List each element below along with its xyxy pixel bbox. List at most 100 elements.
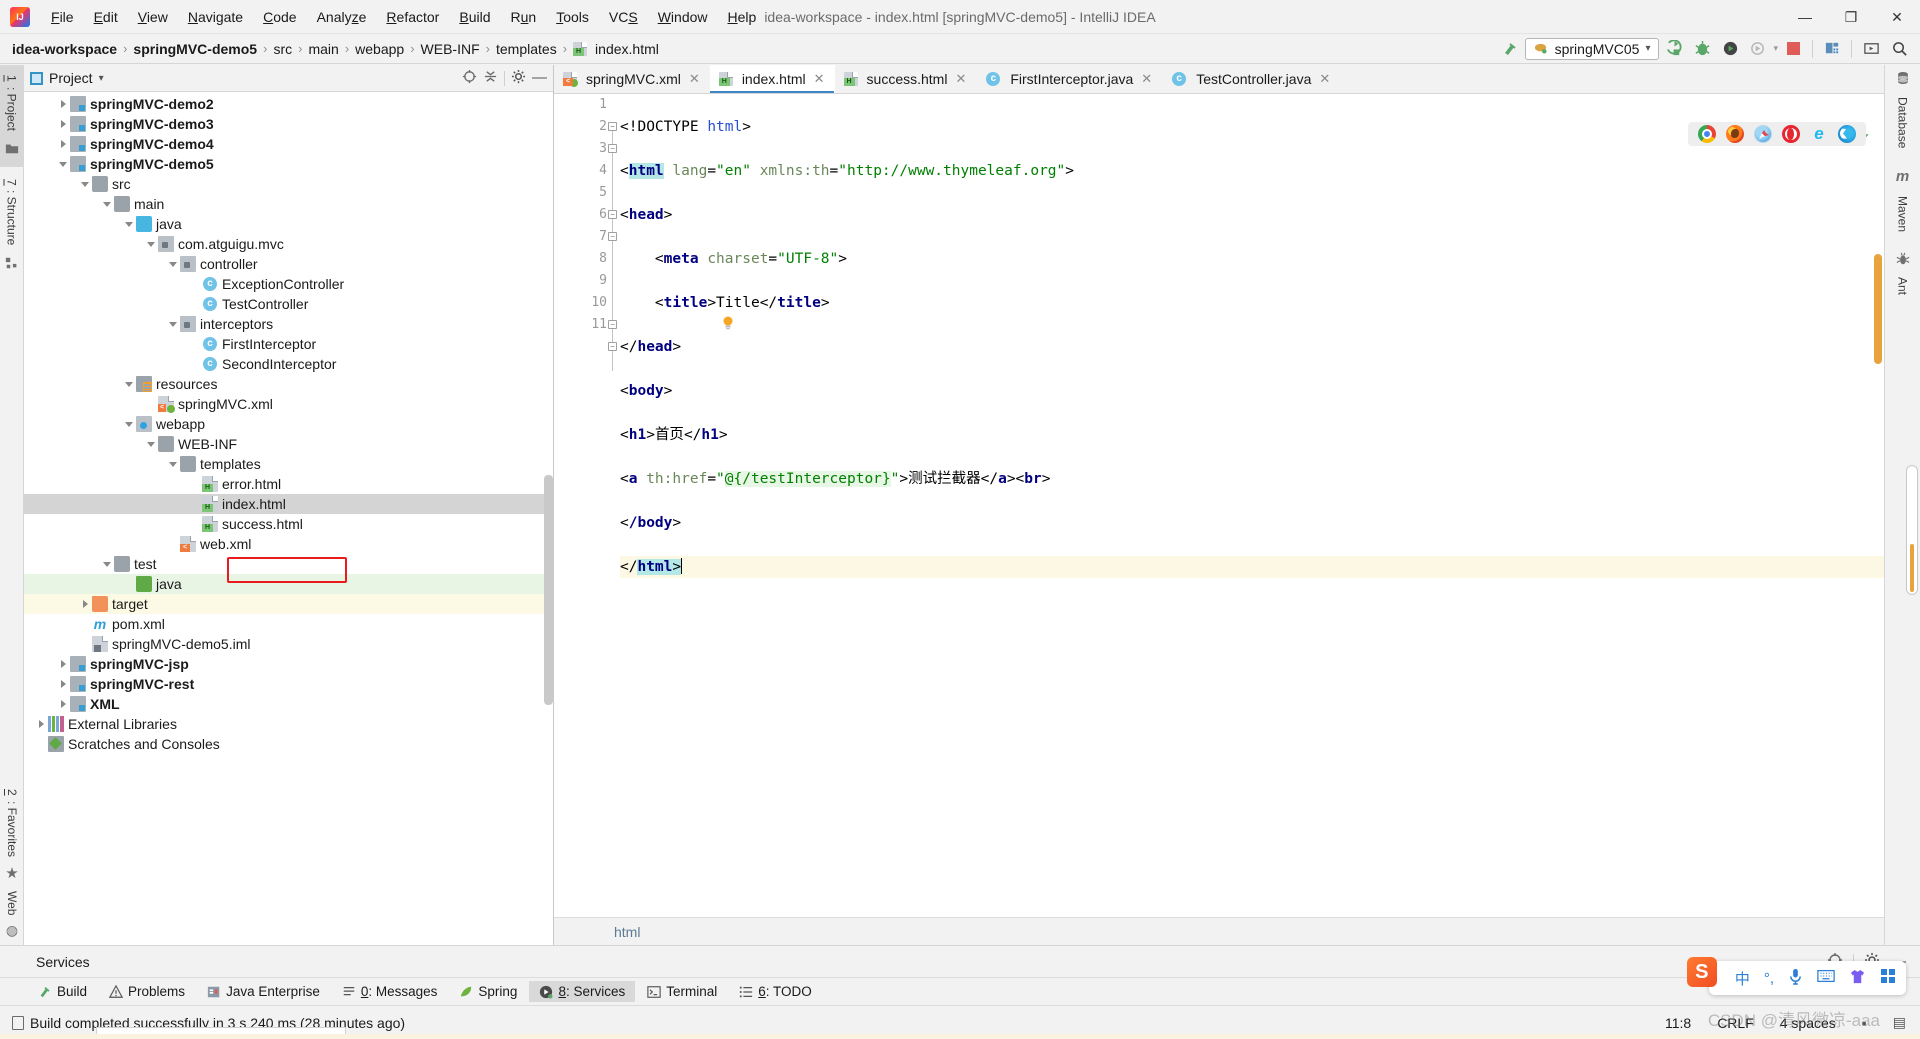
window-maximize-button[interactable]: ❐	[1828, 0, 1874, 34]
chevron-down-icon[interactable]	[58, 158, 70, 170]
tree-row-target[interactable]: target	[24, 594, 553, 614]
sidebar-item-web[interactable]: Web ◍	[0, 881, 24, 945]
tree-row-secondinterceptor[interactable]: SecondInterceptor	[24, 354, 553, 374]
ime-skin-icon[interactable]	[1849, 969, 1866, 988]
breadcrumb-item-0[interactable]: idea-workspace	[8, 40, 121, 58]
close-icon[interactable]: ✕	[814, 71, 825, 87]
tree-row-controller[interactable]: controller	[24, 254, 553, 274]
chevron-down-icon[interactable]	[102, 198, 114, 210]
menu-file[interactable]: File	[42, 5, 83, 29]
locate-icon[interactable]	[462, 69, 477, 87]
fold-marker[interactable]: −	[608, 210, 617, 219]
tree-row-index-html[interactable]: index.html	[24, 494, 553, 514]
ime-keyboard-icon[interactable]	[1817, 969, 1835, 987]
tree-row-web-xml[interactable]: web.xml	[24, 534, 553, 554]
ime-apps-icon[interactable]	[1880, 968, 1896, 988]
tree-row-exceptioncontroller[interactable]: ExceptionController	[24, 274, 553, 294]
close-icon[interactable]: ✕	[1319, 71, 1330, 87]
tree-row-scratches-and-consoles[interactable]: Scratches and Consoles	[24, 734, 553, 754]
fold-marker[interactable]: −	[608, 122, 617, 131]
tab-testcontroller-java[interactable]: TestController.java ✕	[1162, 65, 1340, 93]
search-everywhere-icon[interactable]	[1886, 37, 1912, 61]
chevron-down-icon[interactable]	[102, 558, 114, 570]
tool-window-build[interactable]: Build	[28, 981, 97, 1002]
code-folding-column[interactable]: − − − − − −	[606, 94, 620, 917]
safari-icon[interactable]	[1754, 125, 1772, 143]
tool-window-terminal[interactable]: Terminal	[637, 981, 727, 1002]
opera-icon[interactable]	[1782, 125, 1800, 143]
chevron-right-icon[interactable]	[58, 698, 70, 710]
tool-window-messages[interactable]: 0: Messages	[332, 981, 448, 1002]
window-close-button[interactable]: ✕	[1874, 0, 1920, 34]
chevron-right-icon[interactable]	[36, 718, 48, 730]
chevron-down-icon[interactable]	[124, 418, 136, 430]
build-hammer-icon[interactable]	[1497, 37, 1523, 61]
chrome-icon[interactable]	[1698, 125, 1716, 143]
sidebar-item-project[interactable]: 11: Project: Project	[0, 65, 23, 167]
sidebar-item-maven[interactable]: m Maven	[1896, 168, 1910, 240]
tree-row-com-atguigu-mvc[interactable]: com.atguigu.mvc	[24, 234, 553, 254]
code-editor[interactable]: 1 2 3 4 5 6 7 8 9 10 11 − − − − − − <!DOCTYPE html…	[554, 94, 1884, 917]
profiler-icon[interactable]	[1745, 37, 1771, 61]
project-tree-scrollbar[interactable]	[544, 475, 553, 705]
breadcrumb-item-3[interactable]: main	[304, 40, 342, 58]
sogou-logo-icon[interactable]: S	[1686, 957, 1717, 987]
menu-run[interactable]: Run	[502, 5, 546, 29]
sidebar-item-favorites[interactable]: 2: Favorites ★	[0, 779, 24, 889]
sidebar-item-database[interactable]: Database	[1896, 71, 1910, 156]
firefox-icon[interactable]	[1726, 125, 1744, 143]
hide-icon[interactable]: —	[532, 70, 547, 85]
chevron-down-icon[interactable]	[146, 238, 158, 250]
tree-row-testcontroller[interactable]: TestController	[24, 294, 553, 314]
line-separator[interactable]: CRLF	[1717, 1015, 1754, 1031]
ime-voice-input-icon[interactable]	[1788, 968, 1803, 989]
collapse-all-icon[interactable]	[483, 69, 498, 87]
project-tree[interactable]: springMVC-demo2 springMVC-demo3 springMVC-…	[24, 92, 553, 945]
breadcrumb-item-4[interactable]: webapp	[351, 40, 408, 58]
editor-breadcrumb[interactable]: html	[614, 924, 640, 940]
tree-row-xml[interactable]: XML	[24, 694, 553, 714]
tree-row-src[interactable]: src	[24, 174, 553, 194]
fold-marker[interactable]: −	[608, 232, 617, 241]
tree-row-main[interactable]: main	[24, 194, 553, 214]
close-icon[interactable]: ✕	[689, 71, 700, 87]
chevron-right-icon[interactable]	[58, 98, 70, 110]
chevron-right-icon[interactable]	[58, 658, 70, 670]
debug-icon[interactable]	[1689, 37, 1715, 61]
tree-row-springmvc-demo5-iml[interactable]: springMVC-demo5.iml	[24, 634, 553, 654]
tree-row-interceptors[interactable]: interceptors	[24, 314, 553, 334]
chevron-down-icon[interactable]: ▾	[99, 73, 104, 84]
source-code[interactable]: <!DOCTYPE html> <html lang="en" xmlns:th…	[620, 94, 1884, 917]
tree-row-java[interactable]: java	[24, 574, 553, 594]
menu-navigate[interactable]: Navigate	[179, 5, 252, 29]
breadcrumb-item-7[interactable]: index.html	[569, 40, 663, 58]
tree-row-web-inf[interactable]: WEB-INF	[24, 434, 553, 454]
tree-row-springmvc-demo4[interactable]: springMVC-demo4	[24, 134, 553, 154]
close-icon[interactable]: ✕	[1141, 71, 1152, 87]
chevron-right-icon[interactable]	[58, 138, 70, 150]
tree-row-springmvc-xml[interactable]: springMVC.xml	[24, 394, 553, 414]
tree-row-firstinterceptor[interactable]: FirstInterceptor	[24, 334, 553, 354]
tree-row-success-html[interactable]: success.html	[24, 514, 553, 534]
tab-firstinterceptor-java[interactable]: FirstInterceptor.java ✕	[976, 65, 1162, 93]
fold-marker[interactable]: −	[608, 144, 617, 153]
chevron-right-icon[interactable]	[58, 678, 70, 690]
breadcrumb-item-6[interactable]: templates	[492, 40, 561, 58]
tree-row-error-html[interactable]: error.html	[24, 474, 553, 494]
tab-success-html[interactable]: success.html ✕	[835, 65, 977, 93]
ime-punctuation-mode[interactable]: °,	[1764, 970, 1774, 987]
tab-index-html[interactable]: index.html ✕	[709, 65, 835, 93]
menu-tools[interactable]: Tools	[547, 5, 598, 29]
tree-row-test[interactable]: test	[24, 554, 553, 574]
tab-springmvc-xml[interactable]: springMVC.xml ✕	[554, 65, 710, 93]
tree-row-pom-xml[interactable]: m pom.xml	[24, 614, 553, 634]
run-icon[interactable]	[1661, 37, 1687, 61]
chevron-right-icon[interactable]	[80, 598, 92, 610]
close-icon[interactable]: ✕	[955, 71, 966, 87]
edge-icon[interactable]	[1838, 125, 1856, 143]
tree-row-springmvc-rest[interactable]: springMVC-rest	[24, 674, 553, 694]
menu-help[interactable]: Help	[719, 5, 766, 29]
tool-window-java-enterprise[interactable]: Java Enterprise	[197, 981, 330, 1002]
menu-vcs[interactable]: VCS	[600, 5, 647, 29]
tree-row-springmvc-demo3[interactable]: springMVC-demo3	[24, 114, 553, 134]
